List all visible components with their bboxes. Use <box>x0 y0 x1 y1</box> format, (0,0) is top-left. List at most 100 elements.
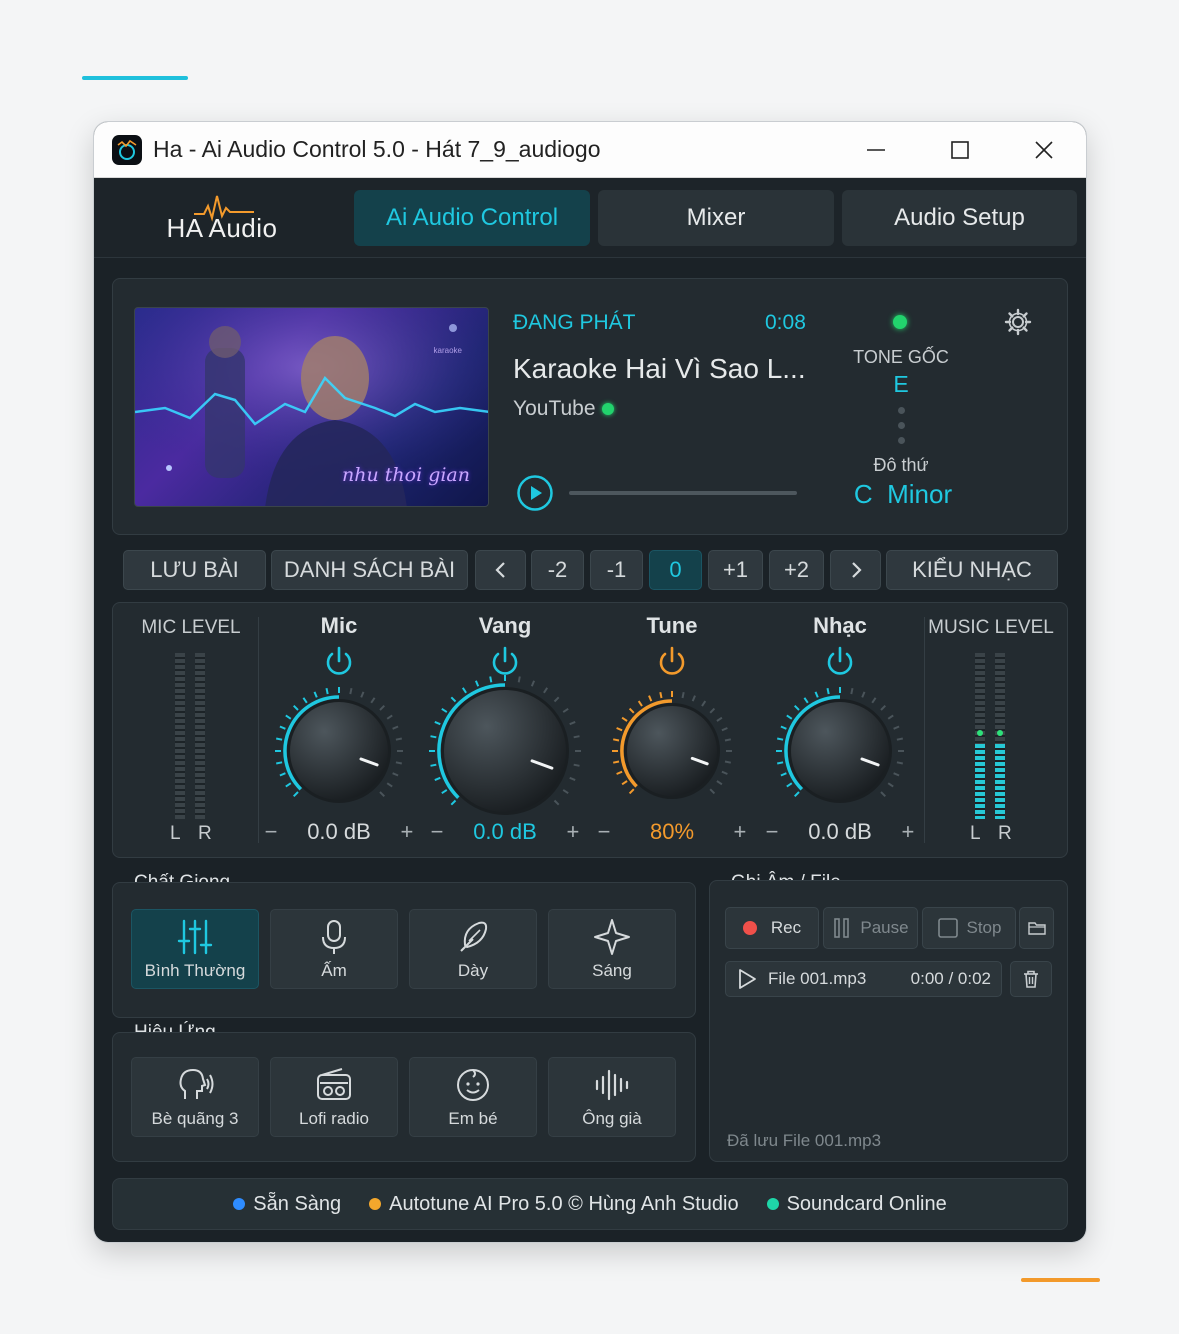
decrease-button[interactable]: − <box>425 819 449 845</box>
gear-icon[interactable] <box>1003 307 1033 337</box>
tab-mixer[interactable]: Mixer <box>598 189 834 246</box>
video-thumbnail[interactable]: nhu thoi gian karaoke <box>134 307 489 507</box>
status-soundcard-label: Soundcard Online <box>786 1192 947 1215</box>
knob-tune[interactable] <box>608 687 736 815</box>
voice-panel: Bình Thường Ấm Dày Sáng <box>112 882 696 1018</box>
next-button[interactable] <box>830 550 881 590</box>
record-dot-icon <box>742 921 757 935</box>
power-icon[interactable] <box>322 645 356 679</box>
playback-time: 0:08 <box>765 311 806 334</box>
music-level-meter-left <box>975 653 985 819</box>
trash-icon <box>1024 970 1038 988</box>
tone-indicator-dot <box>898 407 905 414</box>
now-playing-label: ĐANG PHÁT <box>513 311 636 334</box>
knob-title-music: Nhạc <box>813 613 867 638</box>
brand-logo: HA Audio <box>94 178 350 258</box>
mixer-panel: MIC LEVEL L R Mic −0.0 dB + Vang −0.0 dB + Tun… <box>112 602 1068 858</box>
microphone-icon <box>322 920 346 954</box>
voice-normal-label: Bình Thường <box>144 961 246 980</box>
file-duration: 0:00 / 0:02 <box>910 969 991 988</box>
prev-button[interactable] <box>475 550 526 590</box>
effect-old-man-button[interactable]: Ông già <box>548 1057 676 1137</box>
voice-normal-button[interactable]: Bình Thường <box>131 909 259 989</box>
maximize-button[interactable] <box>918 122 1002 177</box>
current-key-value: C Minor <box>833 479 973 510</box>
chevron-left-icon <box>494 562 505 578</box>
file-name: File 001.mp3 <box>768 969 867 988</box>
record-button[interactable]: Rec <box>725 907 819 949</box>
thumbnail-caption: nhu thoi gian <box>342 464 470 486</box>
voice-thick-button[interactable]: Dày <box>409 909 537 989</box>
status-product: Autotune AI Pro 5.0 © Hùng Anh Studio <box>369 1193 739 1216</box>
title-bar: Ha - Ai Audio Control 5.0 - Hát 7_9_audi… <box>94 122 1086 178</box>
product-dot <box>369 1198 382 1210</box>
recorded-file-item[interactable]: File 001.mp3 0:00 / 0:02 <box>725 961 1002 997</box>
transpose-plus-1-button[interactable]: +1 <box>708 550 763 590</box>
open-folder-button[interactable] <box>1019 907 1054 949</box>
song-title: Karaoke Hai Vì Sao L... <box>513 353 806 384</box>
status-ready: Sẵn Sàng <box>233 1193 341 1216</box>
effect-third-harmony-button[interactable]: Bè quãng 3 <box>131 1057 259 1137</box>
knob-mic[interactable] <box>271 683 407 819</box>
effect-lofi-radio-label: Lofi radio <box>299 1109 369 1128</box>
effect-lofi-radio-button[interactable]: Lofi radio <box>270 1057 398 1137</box>
voice-thick-label: Dày <box>457 961 489 980</box>
tone-indicator-dot <box>898 422 905 429</box>
app-icon <box>112 134 142 165</box>
stop-button[interactable]: Stop <box>922 907 1016 949</box>
power-icon[interactable] <box>823 645 857 679</box>
top-navigation: HA Audio Ai Audio Control Mixer Audio Se… <box>94 178 1086 258</box>
playback-progress-bar[interactable] <box>569 491 797 495</box>
effect-baby-button[interactable]: Em bé <box>409 1057 537 1137</box>
song-source: YouTube <box>513 397 614 421</box>
sliders-icon <box>177 919 213 955</box>
play-button[interactable] <box>516 474 554 512</box>
increase-button[interactable]: + <box>728 819 752 845</box>
decrease-button[interactable]: − <box>259 819 283 845</box>
original-tone-label: TONE GỐC <box>853 347 949 367</box>
minimize-button[interactable] <box>834 122 918 177</box>
delete-file-button[interactable] <box>1010 961 1052 997</box>
play-icon <box>739 969 756 989</box>
transpose-minus-2-button[interactable]: -2 <box>531 550 584 590</box>
power-icon[interactable] <box>655 645 689 679</box>
pause-button[interactable]: Pause <box>823 907 918 949</box>
voice-bright-button[interactable]: Sáng <box>548 909 676 989</box>
record-label: Rec <box>770 918 802 937</box>
knob-music[interactable] <box>772 683 908 819</box>
effects-panel: Bè quãng 3 Lofi radio Em bé Ông già <box>112 1032 696 1162</box>
close-icon <box>1035 140 1053 159</box>
song-list-button[interactable]: DANH SÁCH BÀI <box>271 550 468 590</box>
knob-value-control-tune: − 80% + <box>592 819 752 845</box>
effect-baby-label: Em bé <box>448 1109 498 1128</box>
tab-audio-setup[interactable]: Audio Setup <box>842 189 1077 246</box>
decorative-line-orange <box>1021 1278 1100 1282</box>
voice-warm-label: Ấm <box>321 961 347 980</box>
decorative-line-cyan <box>82 76 188 80</box>
close-button[interactable] <box>1002 122 1086 177</box>
increase-button[interactable]: + <box>561 819 585 845</box>
voice-bright-label: Sáng <box>592 961 632 980</box>
music-level-label: MUSIC LEVEL <box>928 617 1054 638</box>
transpose-minus-1-button[interactable]: -1 <box>590 550 643 590</box>
feather-icon <box>460 921 488 952</box>
recording-panel: Rec Pause Stop File 001.mp3 0:00 / 0:02 … <box>709 880 1068 1162</box>
tab-ai-audio-control[interactable]: Ai Audio Control <box>354 189 590 246</box>
knob-value-control-music: −0.0 dB + <box>760 819 920 845</box>
transpose-plus-2-button[interactable]: +2 <box>769 550 824 590</box>
music-level-peak-left <box>977 730 983 736</box>
decrease-button[interactable]: − <box>760 819 784 845</box>
music-level-fill-right <box>995 744 1005 819</box>
decrease-button[interactable]: − <box>592 819 616 845</box>
knob-reverb[interactable] <box>425 671 585 831</box>
voice-warm-button[interactable]: Ấm <box>270 909 398 989</box>
knob-value-control-reverb: −0.0 dB + <box>425 819 585 845</box>
transpose-zero-button[interactable]: 0 <box>649 550 702 590</box>
increase-button[interactable]: + <box>896 819 920 845</box>
music-style-button[interactable]: KIỂU NHẠC <box>886 550 1058 590</box>
save-song-button[interactable]: LƯU BÀI <box>123 550 266 590</box>
mic-left-label: L <box>170 823 181 844</box>
increase-button[interactable]: + <box>395 819 419 845</box>
knob-title-mic: Mic <box>320 613 358 638</box>
ready-dot <box>233 1198 246 1210</box>
